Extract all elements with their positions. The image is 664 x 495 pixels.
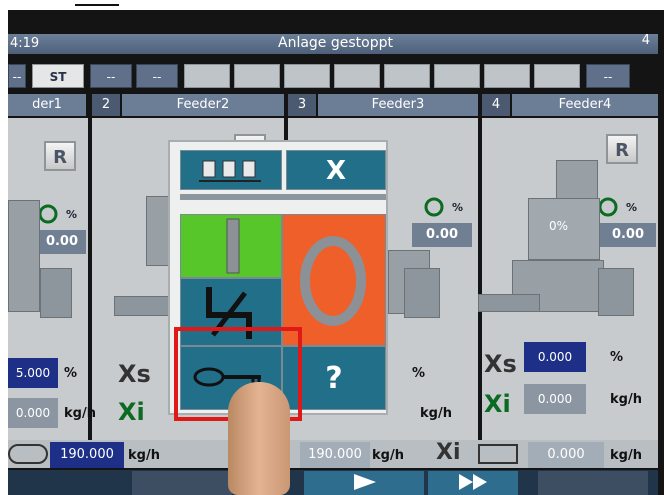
feeder3-pct-sign: % (452, 201, 463, 214)
feeders-icon (199, 160, 261, 182)
refresh-icon: % (38, 204, 77, 224)
popup-divider (180, 194, 386, 200)
total-rate-1-unit: kg/h (128, 448, 160, 463)
feeder1-xi-unit: kg/h (64, 406, 96, 421)
total-xi-label: Xi (436, 440, 461, 465)
feeder4-rate-value[interactable]: 0.00 (600, 223, 656, 247)
feeder1-name[interactable]: der1 (8, 94, 86, 116)
feeder4-screw-graphic (478, 294, 540, 312)
status-box-4[interactable]: -- (136, 64, 178, 88)
navigation-bar (8, 470, 658, 495)
play-button[interactable] (304, 471, 424, 495)
status-box-11[interactable] (484, 64, 530, 88)
feeder1-xi-actual: 0.000 (8, 398, 58, 428)
feeder4-pct-sign: % (626, 201, 637, 214)
feeder4-xs-label: Xs (484, 350, 517, 378)
nav-settings-button[interactable] (538, 471, 648, 495)
status-row: -- ST -- -- -- (8, 64, 658, 90)
totals-bar: 190.000 kg/h 190.000 kg/h Xi 0.000 kg/h (8, 440, 658, 468)
feeder-header-row: der1 2 Feeder2 3 Feeder3 4 Feeder4 (8, 94, 658, 116)
feeder4-reset-button[interactable]: R (606, 134, 638, 164)
feeder4-xi-actual: 0.000 (524, 384, 586, 414)
feeder2-xs-label: Xs (118, 360, 151, 388)
feeder1-hopper-graphic (8, 200, 40, 312)
fast-forward-icon (459, 474, 487, 490)
feeder2-xi-label: Xi (118, 398, 145, 426)
popup-start-button[interactable] (180, 214, 282, 278)
status-box-5[interactable] (184, 64, 230, 88)
feeder4-xs-setpoint[interactable]: 0.000 (524, 342, 586, 372)
feeder3-rate-icon: % (424, 196, 468, 218)
feeder1-reset-button[interactable]: R (44, 141, 76, 171)
feeder4-number: 4 (482, 94, 510, 116)
title-bar: 4:19 Anlage gestoppt 4 (8, 33, 658, 54)
stop-icon (300, 236, 366, 326)
feeder3-number: 3 (288, 94, 316, 116)
status-box-1[interactable]: -- (8, 64, 26, 88)
plant-status-title: Anlage gestoppt (278, 35, 393, 51)
feeder4-name[interactable]: Feeder4 (512, 94, 658, 116)
status-box-10[interactable] (434, 64, 480, 88)
photo-frame-mark (75, 4, 119, 6)
pointing-finger (228, 382, 290, 495)
feeder4-motor-graphic (598, 268, 634, 316)
feeder1-xs-setpoint[interactable]: 5.000 (8, 358, 58, 388)
total-scale-icon (8, 444, 48, 464)
feeder3-rate-value[interactable]: 0.00 (412, 223, 472, 247)
start-icon (226, 218, 240, 274)
feeder2-name[interactable]: Feeder2 (122, 94, 284, 116)
fast-forward-button[interactable] (428, 471, 518, 495)
feeder3-xs-unit: % (412, 366, 426, 381)
feeder1-pct-sign: % (66, 208, 77, 221)
feeder4-rate-icon: % (598, 196, 642, 218)
status-box-12[interactable] (534, 64, 580, 88)
feeder4-top-graphic (556, 160, 598, 200)
play-icon (354, 474, 376, 490)
feeder1-rate-icon: % (38, 203, 82, 225)
status-box-7[interactable] (284, 64, 330, 88)
refresh-icon: % (598, 197, 637, 217)
feeder1-rate-value[interactable]: 0.00 (38, 230, 86, 254)
status-box-9[interactable] (384, 64, 430, 88)
feeder4-hopper-graphic: 0% (528, 198, 600, 260)
popup-feeders-button[interactable] (180, 150, 282, 190)
total-rate-2-unit: kg/h (372, 448, 404, 463)
status-box-6[interactable] (234, 64, 280, 88)
feeder1-xs-unit: % (64, 366, 78, 381)
refresh-icon: % (424, 197, 463, 217)
feeder3-motor-graphic (404, 268, 440, 318)
total-feeders-icon (478, 444, 518, 464)
total-rate-3-unit: kg/h (610, 448, 642, 463)
feeder1-motor-graphic (40, 268, 72, 318)
feeder4-xs-unit: % (610, 350, 624, 365)
feeder2-number: 2 (92, 94, 120, 116)
total-rate-2: 190.000 (300, 442, 370, 468)
status-box-3[interactable]: -- (90, 64, 132, 88)
feeder4-xi-unit: kg/h (610, 392, 642, 407)
clock: 4:19 (10, 36, 40, 51)
feeder3-xi-unit: kg/h (420, 406, 452, 421)
popup-close-button[interactable]: X (286, 150, 386, 190)
screen-number: 4 (641, 33, 650, 48)
nav-feeders-button[interactable] (132, 471, 232, 495)
feeder4-xi-label: Xi (484, 390, 511, 418)
feeder4-level-label: 0% (549, 219, 569, 233)
status-box-last[interactable]: -- (586, 64, 630, 88)
feeder3-name[interactable]: Feeder3 (318, 94, 478, 116)
status-box-8[interactable] (334, 64, 380, 88)
total-rate-1: 190.000 (50, 442, 124, 468)
total-rate-3: 0.000 (528, 442, 604, 468)
start-status-box[interactable]: ST (32, 64, 84, 88)
